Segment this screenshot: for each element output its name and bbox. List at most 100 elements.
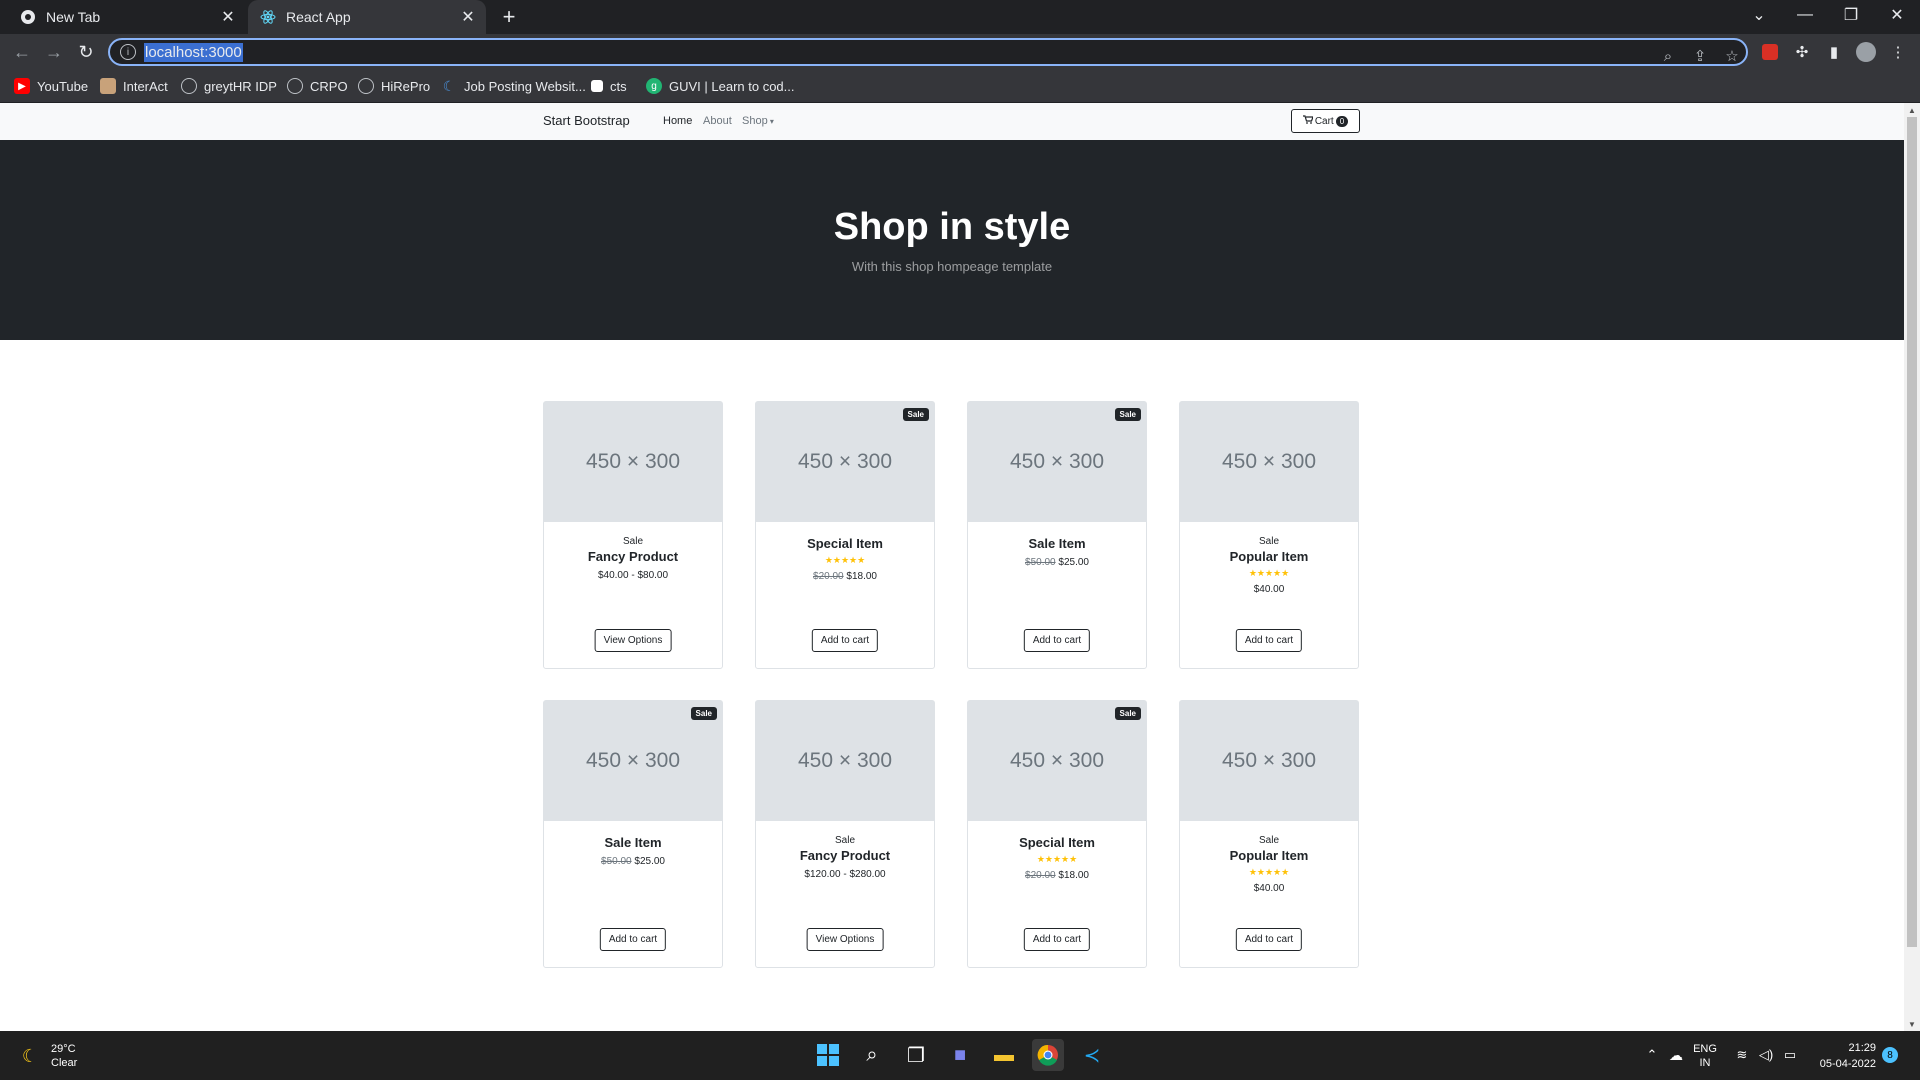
add-to-cart-button[interactable]: Add to cart	[1235, 629, 1303, 652]
profile-avatar[interactable]	[1854, 40, 1878, 64]
file-explorer-icon[interactable]: ▬	[988, 1039, 1020, 1071]
url-text[interactable]: localhost:3000	[144, 42, 243, 62]
product-tag: Sale	[1258, 536, 1279, 547]
scrollbar-thumb[interactable]	[1907, 117, 1917, 947]
clock-date[interactable]: 05-04-2022	[1812, 1057, 1876, 1071]
extension-red-icon[interactable]	[1758, 40, 1782, 64]
cart-label: Cart	[1314, 115, 1334, 127]
menu-kebab-icon[interactable]: ⋮	[1886, 40, 1910, 64]
product-price: $40.00 - $80.00	[544, 567, 722, 585]
onedrive-cloud-icon[interactable]: ☁	[1660, 1039, 1692, 1071]
language-line2[interactable]: IN	[1693, 1056, 1717, 1070]
add-to-cart-button[interactable]: Add to cart	[1235, 928, 1303, 951]
chrome-taskbar-icon[interactable]	[1032, 1039, 1064, 1071]
language-line1[interactable]: ENG	[1693, 1042, 1717, 1056]
product-name: Special Item	[1019, 835, 1095, 850]
bookmark-guvi[interactable]: g GUVI | Learn to cod...	[646, 76, 795, 96]
bookmarks-bar: ▶ YouTube InterAct greytHR IDP CRPO HiReP…	[0, 70, 1920, 103]
clock-time[interactable]: 21:29	[1812, 1041, 1876, 1055]
star-rating-icon: ★★★★★	[824, 555, 866, 565]
windows-taskbar: ☾ 29°C Clear ⌕ ❐ ■ ▬ ≺ ⌃ ☁ ENG IN ≋ ◁) ▭…	[0, 1031, 1920, 1080]
nav-shop-dropdown[interactable]: Shop ▾	[742, 115, 774, 127]
bookmark-label: cts	[610, 78, 627, 94]
page-scrollbar[interactable]: ▲ ▼	[1904, 103, 1920, 1031]
bookmark-cts[interactable]: cts	[591, 76, 627, 96]
bookmark-greythr[interactable]: greytHR IDP	[181, 76, 277, 96]
product-price: $50.00 $25.00	[544, 853, 722, 871]
side-panel-icon[interactable]: ▮	[1822, 40, 1846, 64]
product-card-body: Sale Popular Item ★★★★★ $40.00	[1180, 834, 1358, 898]
add-to-cart-button[interactable]: Add to cart	[1023, 629, 1091, 652]
forward-arrow-icon[interactable]: →	[40, 38, 68, 66]
bookmark-interact[interactable]: InterAct	[100, 76, 168, 96]
view-options-button[interactable]: View Options	[806, 928, 884, 951]
scroll-down-icon[interactable]: ▼	[1904, 1017, 1920, 1031]
tab-new-tab[interactable]: New Tab ✕	[8, 0, 246, 34]
add-to-cart-button[interactable]: Add to cart	[599, 928, 667, 951]
bookmark-hirepro[interactable]: HiRePro	[358, 76, 430, 96]
tab-react-app[interactable]: React App ✕	[248, 0, 486, 34]
product-card: 450 × 300 Sale Fancy Product $120.00 - $280…	[755, 700, 935, 968]
bookmark-job-posting[interactable]: ☾ Job Posting Websit...	[441, 76, 586, 96]
search-icon[interactable]: ⌕	[856, 1039, 888, 1071]
current-price: $25.00	[634, 856, 665, 867]
browser-toolbar: ← → ↻ i localhost:3000 ⌕ ⇪ ☆ ✣ ▮ ⋮	[0, 34, 1920, 70]
product-tag: Sale	[1258, 835, 1279, 846]
product-image-placeholder: 450 × 300	[756, 701, 934, 821]
close-tab-icon[interactable]: ✕	[218, 7, 238, 27]
nav-home[interactable]: Home	[663, 115, 692, 127]
globe-icon	[287, 78, 303, 94]
site-info-icon[interactable]: i	[120, 44, 136, 60]
nav-about[interactable]: About	[703, 115, 732, 127]
cart-button[interactable]: Cart 0	[1291, 109, 1360, 133]
hero-header: Shop in style With this shop hompeage te…	[0, 140, 1904, 340]
add-to-cart-button[interactable]: Add to cart	[1023, 928, 1091, 951]
current-price: $40.00	[1253, 883, 1285, 894]
bookmark-label: GUVI | Learn to cod...	[669, 78, 795, 94]
scroll-up-icon[interactable]: ▲	[1904, 103, 1920, 117]
tab-title: New Tab	[46, 9, 101, 25]
back-arrow-icon[interactable]: ←	[8, 38, 36, 66]
add-to-cart-button[interactable]: Add to cart	[811, 629, 879, 652]
notification-badge[interactable]: 8	[1882, 1047, 1898, 1063]
product-card: 450 × 300 Sale Special Item ★★★★★ $20.00 $18…	[755, 401, 935, 669]
product-card: 450 × 300 Sale Fancy Product $40.00 - $80.0…	[543, 401, 723, 669]
extensions-puzzle-icon[interactable]: ✣	[1790, 40, 1814, 64]
old-price: $20.00	[1025, 870, 1056, 881]
old-price: $50.00	[601, 856, 632, 867]
cart-icon	[1302, 115, 1314, 127]
product-image-placeholder: 450 × 300	[1180, 402, 1358, 522]
teams-chat-icon[interactable]: ■	[944, 1039, 976, 1071]
view-options-button[interactable]: View Options	[594, 629, 672, 652]
navbar-brand[interactable]: Start Bootstrap	[543, 113, 630, 128]
weather-moon-icon[interactable]: ☾	[14, 1040, 46, 1072]
close-tab-icon[interactable]: ✕	[458, 7, 478, 27]
windows-start-icon[interactable]	[812, 1039, 844, 1071]
weather-temp[interactable]: 29°C	[51, 1042, 76, 1056]
vscode-icon[interactable]: ≺	[1076, 1039, 1108, 1071]
product-card-body: Sale Fancy Product $120.00 - $280.00	[756, 834, 934, 884]
product-card: 450 × 300 Sale Sale Item $50.00 $25.00 Add t…	[967, 401, 1147, 669]
product-card-body: Special Item ★★★★★ $20.00 $18.00	[968, 834, 1146, 885]
hero-title: Shop in style	[833, 206, 1071, 248]
restore-icon[interactable]: ❐	[1828, 0, 1874, 30]
task-view-icon[interactable]: ❐	[900, 1039, 932, 1071]
current-price: $40.00 - $80.00	[597, 570, 669, 581]
current-price: $18.00	[1058, 870, 1089, 881]
address-bar[interactable]: i localhost:3000 ⌕ ⇪ ☆	[108, 38, 1748, 66]
product-card-body: Sale Fancy Product $40.00 - $80.00	[544, 535, 722, 585]
zoom-icon[interactable]: ⌕	[1656, 44, 1680, 68]
bookmark-star-icon[interactable]: ☆	[1720, 44, 1744, 68]
tab-search-icon[interactable]: ⌄	[1736, 0, 1782, 30]
reload-icon[interactable]: ↻	[72, 38, 100, 66]
bookmark-youtube[interactable]: ▶ YouTube	[14, 76, 88, 96]
weather-condition[interactable]: Clear	[51, 1056, 77, 1070]
minimize-icon[interactable]: —	[1782, 0, 1828, 30]
globe-icon	[181, 78, 197, 94]
battery-icon[interactable]: ▭	[1774, 1039, 1806, 1071]
bookmark-crpo[interactable]: CRPO	[287, 76, 348, 96]
share-icon[interactable]: ⇪	[1688, 44, 1712, 68]
new-tab-button[interactable]: +	[496, 4, 522, 30]
close-window-icon[interactable]: ✕	[1874, 0, 1920, 30]
product-tag: Sale	[622, 536, 643, 547]
